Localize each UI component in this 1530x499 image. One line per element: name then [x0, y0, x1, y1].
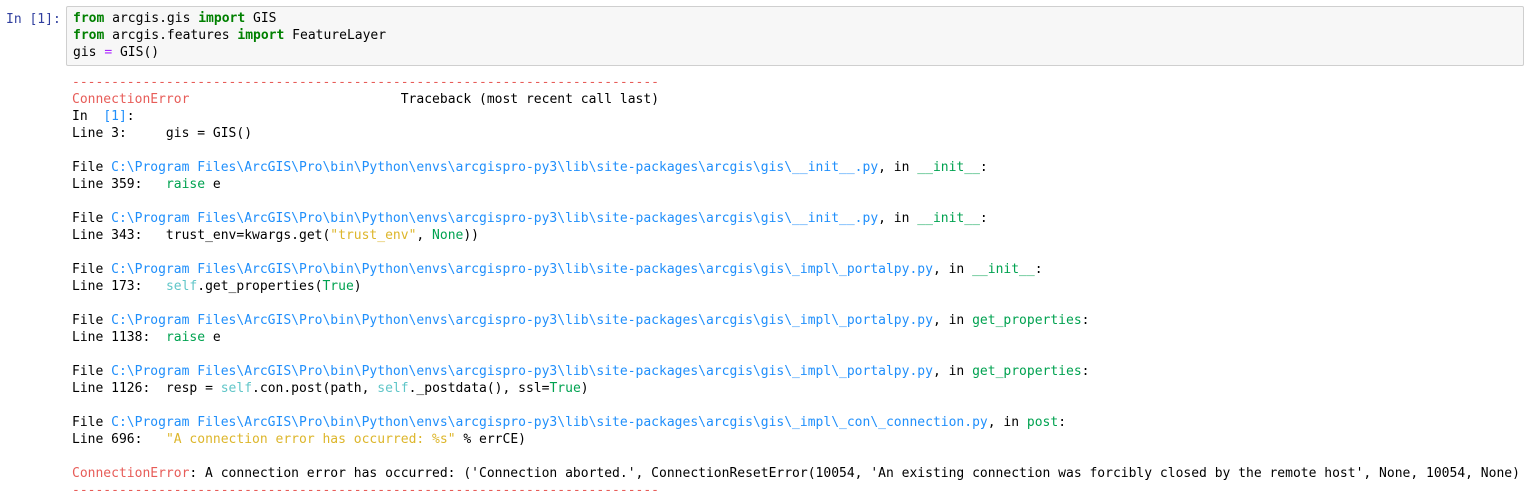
file-path-link[interactable]: C:\Program Files\ArcGIS\Pro\bin\Python\e… — [111, 262, 933, 277]
traceback-in-line: In [1]: — [72, 109, 135, 124]
traceback-frame-file: File C:\Program Files\ArcGIS\Pro\bin\Pyt… — [72, 160, 988, 175]
traceback-frame-file: File C:\Program Files\ArcGIS\Pro\bin\Pyt… — [72, 211, 988, 226]
traceback-header: ConnectionError Traceback (most recent c… — [72, 92, 660, 107]
file-path-link[interactable]: C:\Program Files\ArcGIS\Pro\bin\Python\e… — [111, 313, 933, 328]
file-path-link[interactable]: C:\Program Files\ArcGIS\Pro\bin\Python\e… — [111, 364, 933, 379]
traceback-frame-line: Line 343: trust_env=kwargs.get("trust_en… — [72, 228, 480, 243]
traceback-frame-file: File C:\Program Files\ArcGIS\Pro\bin\Pyt… — [72, 313, 1090, 328]
code-line-3: gis = GIS() — [73, 45, 160, 60]
traceback-frame-line: Line 696: "A connection error has occurr… — [72, 432, 526, 447]
traceback-separator-bottom: ----------------------------------------… — [72, 483, 659, 498]
traceback-frame-file: File C:\Program Files\ArcGIS\Pro\bin\Pyt… — [72, 415, 1067, 430]
traceback-line-3: Line 3: gis = GIS() — [72, 126, 253, 141]
file-path-link[interactable]: C:\Program Files\ArcGIS\Pro\bin\Python\e… — [111, 415, 988, 430]
file-path-link[interactable]: C:\Program Files\ArcGIS\Pro\bin\Python\e… — [111, 211, 878, 226]
file-path-link[interactable]: C:\Program Files\ArcGIS\Pro\bin\Python\e… — [111, 160, 878, 175]
code-cell-input[interactable]: from arcgis.gis import GIS from arcgis.f… — [66, 6, 1524, 66]
traceback-frame-file: File C:\Program Files\ArcGIS\Pro\bin\Pyt… — [72, 262, 1043, 277]
cell-prompt: In [1]: — [6, 12, 61, 27]
traceback-frame-line: Line 359: raise e — [72, 177, 221, 192]
code-line-1: from arcgis.gis import GIS — [73, 11, 277, 26]
traceback-frame-line: Line 1138: raise e — [72, 330, 221, 345]
cell-output: ----------------------------------------… — [72, 74, 1522, 499]
traceback-frame-file: File C:\Program Files\ArcGIS\Pro\bin\Pyt… — [72, 364, 1090, 379]
traceback-frame-line: Line 1126: resp = self.con.post(path, se… — [72, 381, 589, 396]
traceback-separator-top: ----------------------------------------… — [72, 75, 659, 90]
traceback-frame-line: Line 173: self.get_properties(True) — [72, 279, 362, 294]
final-error-message: ConnectionError: A connection error has … — [72, 466, 1522, 481]
code-line-2: from arcgis.features import FeatureLayer — [73, 28, 387, 43]
